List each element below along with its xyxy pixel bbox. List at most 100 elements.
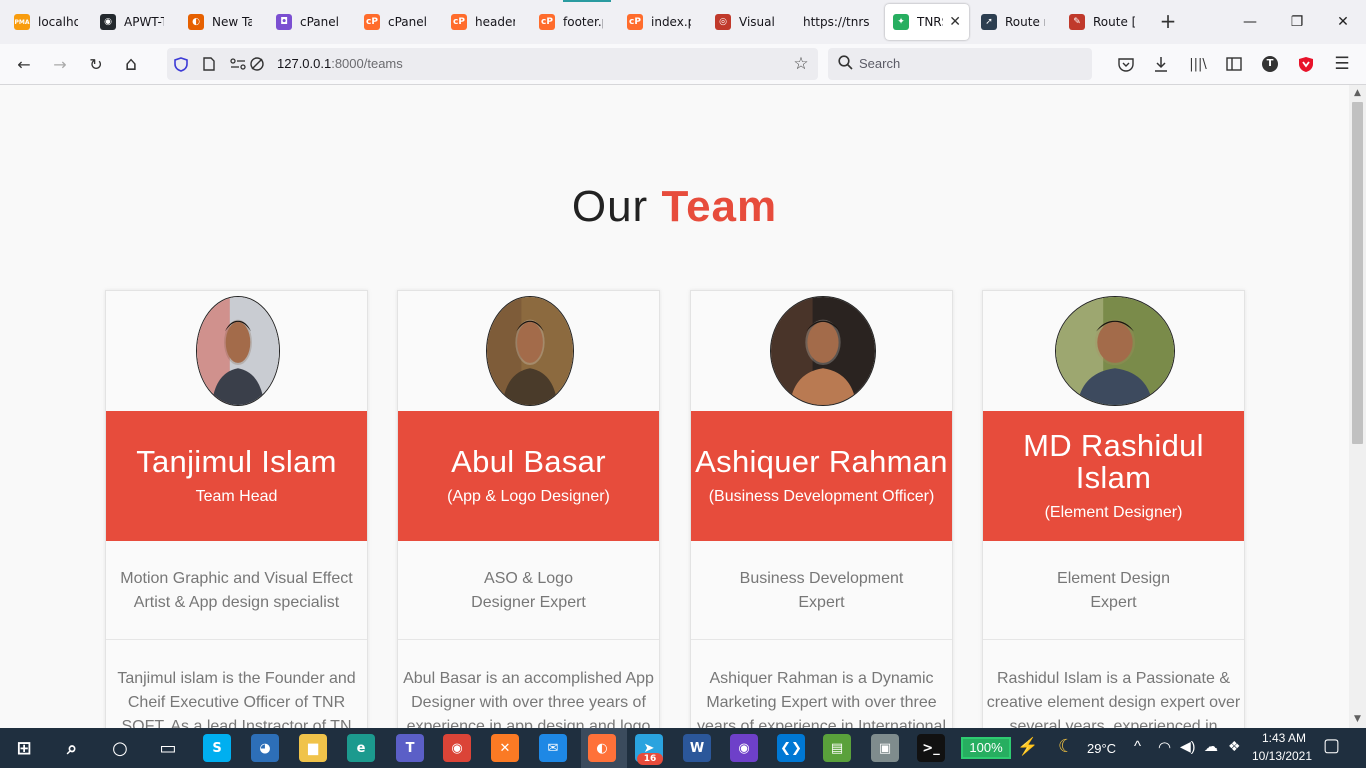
- file-explorer-taskbar-button[interactable]: ▆: [299, 734, 327, 762]
- browser-tab[interactable]: https://tnrso: [795, 4, 877, 40]
- browser-tab[interactable]: cP cPanel F: [356, 4, 436, 40]
- windows-taskbar: ⊞ ⌕ ○ ▭ S ◕ ▆ e T ◉ ✕ ✉ ◐ ➤ W ◉ ❮❯ ▤ ▣ >_ 16 100% ⚡ ☾ 29°C …: [0, 728, 1366, 768]
- account-icon[interactable]: T: [1258, 52, 1282, 76]
- browser-tab[interactable]: cP header.p: [443, 4, 523, 40]
- tab-label: Route [h: [1093, 15, 1135, 29]
- restore-window-button[interactable]: ❐: [1285, 10, 1309, 34]
- browser-tab[interactable]: ◎ Visual Pa: [707, 4, 787, 40]
- member-name: Abul Basar: [451, 444, 606, 479]
- skype-taskbar-button[interactable]: S: [203, 734, 231, 762]
- weather-moon-icon[interactable]: ☾: [1058, 736, 1074, 757]
- page-title: Our Team: [0, 182, 1349, 232]
- tab-label: localhos: [38, 15, 78, 29]
- vscode-taskbar-button[interactable]: ❮❯: [777, 734, 805, 762]
- scroll-down-arrow-icon[interactable]: ▼: [1349, 711, 1366, 728]
- terminal-taskbar-button[interactable]: >_: [917, 734, 945, 762]
- back-button[interactable]: ←: [12, 52, 36, 76]
- network-icon[interactable]: ◠: [1158, 738, 1171, 756]
- search-taskbar-button[interactable]: ⌕: [58, 734, 86, 762]
- scrollbar-thumb[interactable]: [1352, 102, 1363, 444]
- word-taskbar-button[interactable]: W: [683, 734, 711, 762]
- notepad-taskbar-button[interactable]: ▤: [823, 734, 851, 762]
- scroll-up-arrow-icon[interactable]: ▲: [1349, 85, 1366, 102]
- member-bio: Rashidul Islam is a Passionate & creativ…: [986, 670, 1241, 728]
- dropbox-icon[interactable]: ❖: [1228, 738, 1241, 755]
- browser-tab[interactable]: ◘ cPanel -: [268, 4, 348, 40]
- page-scrollbar[interactable]: ▲ ▼: [1349, 85, 1366, 728]
- avatar-container: [691, 291, 952, 411]
- chrome-taskbar-button[interactable]: ◉: [443, 734, 471, 762]
- tab-label: APWT-T: [124, 15, 164, 29]
- autoplay-blocked-icon[interactable]: [249, 56, 265, 72]
- browser-tab[interactable]: ◉ APWT-T: [92, 4, 172, 40]
- cpanel-icon: cP: [364, 14, 380, 30]
- onedrive-icon[interactable]: ☁: [1204, 738, 1218, 755]
- mail-taskbar-button[interactable]: ✉: [539, 734, 567, 762]
- member-name: MD Rashidul Islam: [1023, 428, 1204, 495]
- url-bar[interactable]: 127.0.0.1:8000/teams ☆: [167, 48, 818, 80]
- url-host: 127.0.0.1: [277, 56, 332, 71]
- search-bar[interactable]: Search: [828, 48, 1092, 80]
- member-photo: [485, 296, 574, 406]
- teams-taskbar-button[interactable]: T: [396, 734, 424, 762]
- close-tab-icon[interactable]: ✕: [943, 14, 961, 30]
- show-hidden-icons-icon[interactable]: ^: [1134, 738, 1141, 755]
- close-window-button[interactable]: ✕: [1331, 10, 1355, 34]
- tracking-protection-icon[interactable]: [173, 56, 189, 72]
- github-icon: ◉: [100, 14, 116, 30]
- cpanel-icon: cP: [627, 14, 643, 30]
- tab-strip: PMA localhos ◉ APWT-T ◐ New Tab ◘ cPanel - cP cPa…: [0, 0, 1366, 44]
- browser-tab[interactable]: ➚ Route nc: [973, 4, 1053, 40]
- visual-paradigm-icon: ◎: [715, 14, 731, 30]
- home-button[interactable]: ⌂: [119, 52, 143, 76]
- url-text[interactable]: 127.0.0.1:8000/teams: [277, 56, 403, 71]
- bookmark-star-icon[interactable]: ☆: [793, 54, 809, 74]
- reload-button[interactable]: ↻: [84, 52, 108, 76]
- browser-tab[interactable]: ◐ New Tab: [180, 4, 260, 40]
- library-icon[interactable]: |||\: [1186, 52, 1210, 76]
- member-bio: Ashiquer Rahman is a Dynamic Marketing E…: [696, 670, 947, 728]
- browser-tab[interactable]: cP footer.pl: [531, 4, 611, 40]
- edge-taskbar-button[interactable]: e: [347, 734, 375, 762]
- tab-label: footer.pl: [563, 15, 603, 29]
- new-tab-button[interactable]: +: [1156, 10, 1180, 34]
- permissions-icon[interactable]: [229, 56, 247, 72]
- control-taskbar-button[interactable]: ▣: [871, 734, 899, 762]
- downloads-icon[interactable]: [1149, 52, 1173, 76]
- phpmyadmin-icon: PMA: [14, 14, 30, 30]
- browser-tab[interactable]: ✦ TNRS✕: [885, 4, 969, 40]
- cpanel-icon: cP: [539, 14, 555, 30]
- minimize-window-button[interactable]: —: [1238, 10, 1262, 34]
- route-icon: ➚: [981, 14, 997, 30]
- forward-button[interactable]: →: [48, 52, 72, 76]
- team-member-card: Tanjimul Islam Team Head Motion Graphic an…: [105, 290, 368, 728]
- pocket-icon[interactable]: [1114, 52, 1138, 76]
- clock-time[interactable]: 1:43 AM: [1253, 731, 1315, 745]
- tab-label: New Tab: [212, 15, 252, 29]
- page-info-icon[interactable]: [201, 56, 217, 72]
- member-skill: Element Design Expert: [1057, 570, 1170, 611]
- notification-center-icon[interactable]: ▢: [1323, 735, 1340, 756]
- adblock-shield-icon[interactable]: [1294, 52, 1318, 76]
- route-pencil-icon: ✎: [1069, 14, 1085, 30]
- app-taskbar-button[interactable]: ◕: [251, 734, 279, 762]
- browser-tab[interactable]: cP index.ph: [619, 4, 699, 40]
- search-placeholder: Search: [859, 56, 901, 71]
- volume-icon[interactable]: ◀): [1180, 738, 1195, 755]
- tab-label: Route nc: [1005, 15, 1045, 29]
- browser-tab[interactable]: PMA localhos: [6, 4, 86, 40]
- avatar-container: [983, 291, 1244, 411]
- cortana-button[interactable]: ○: [106, 734, 134, 762]
- menu-icon[interactable]: ☰: [1330, 52, 1354, 76]
- temperature-text[interactable]: 29°C: [1087, 741, 1116, 756]
- sidebar-icon[interactable]: [1222, 52, 1246, 76]
- clock-date[interactable]: 10/13/2021: [1249, 749, 1315, 763]
- start-button[interactable]: ⊞: [10, 734, 38, 762]
- task-view-button[interactable]: ▭: [154, 734, 182, 762]
- tab-label: header.p: [475, 15, 515, 29]
- xampp-taskbar-button[interactable]: ✕: [491, 734, 519, 762]
- github-desktop-taskbar-button[interactable]: ◉: [730, 734, 758, 762]
- browser-tab[interactable]: ✎ Route [h: [1061, 4, 1143, 40]
- firefox-taskbar-button[interactable]: ◐: [588, 734, 616, 762]
- battery-indicator[interactable]: 100%: [961, 737, 1011, 759]
